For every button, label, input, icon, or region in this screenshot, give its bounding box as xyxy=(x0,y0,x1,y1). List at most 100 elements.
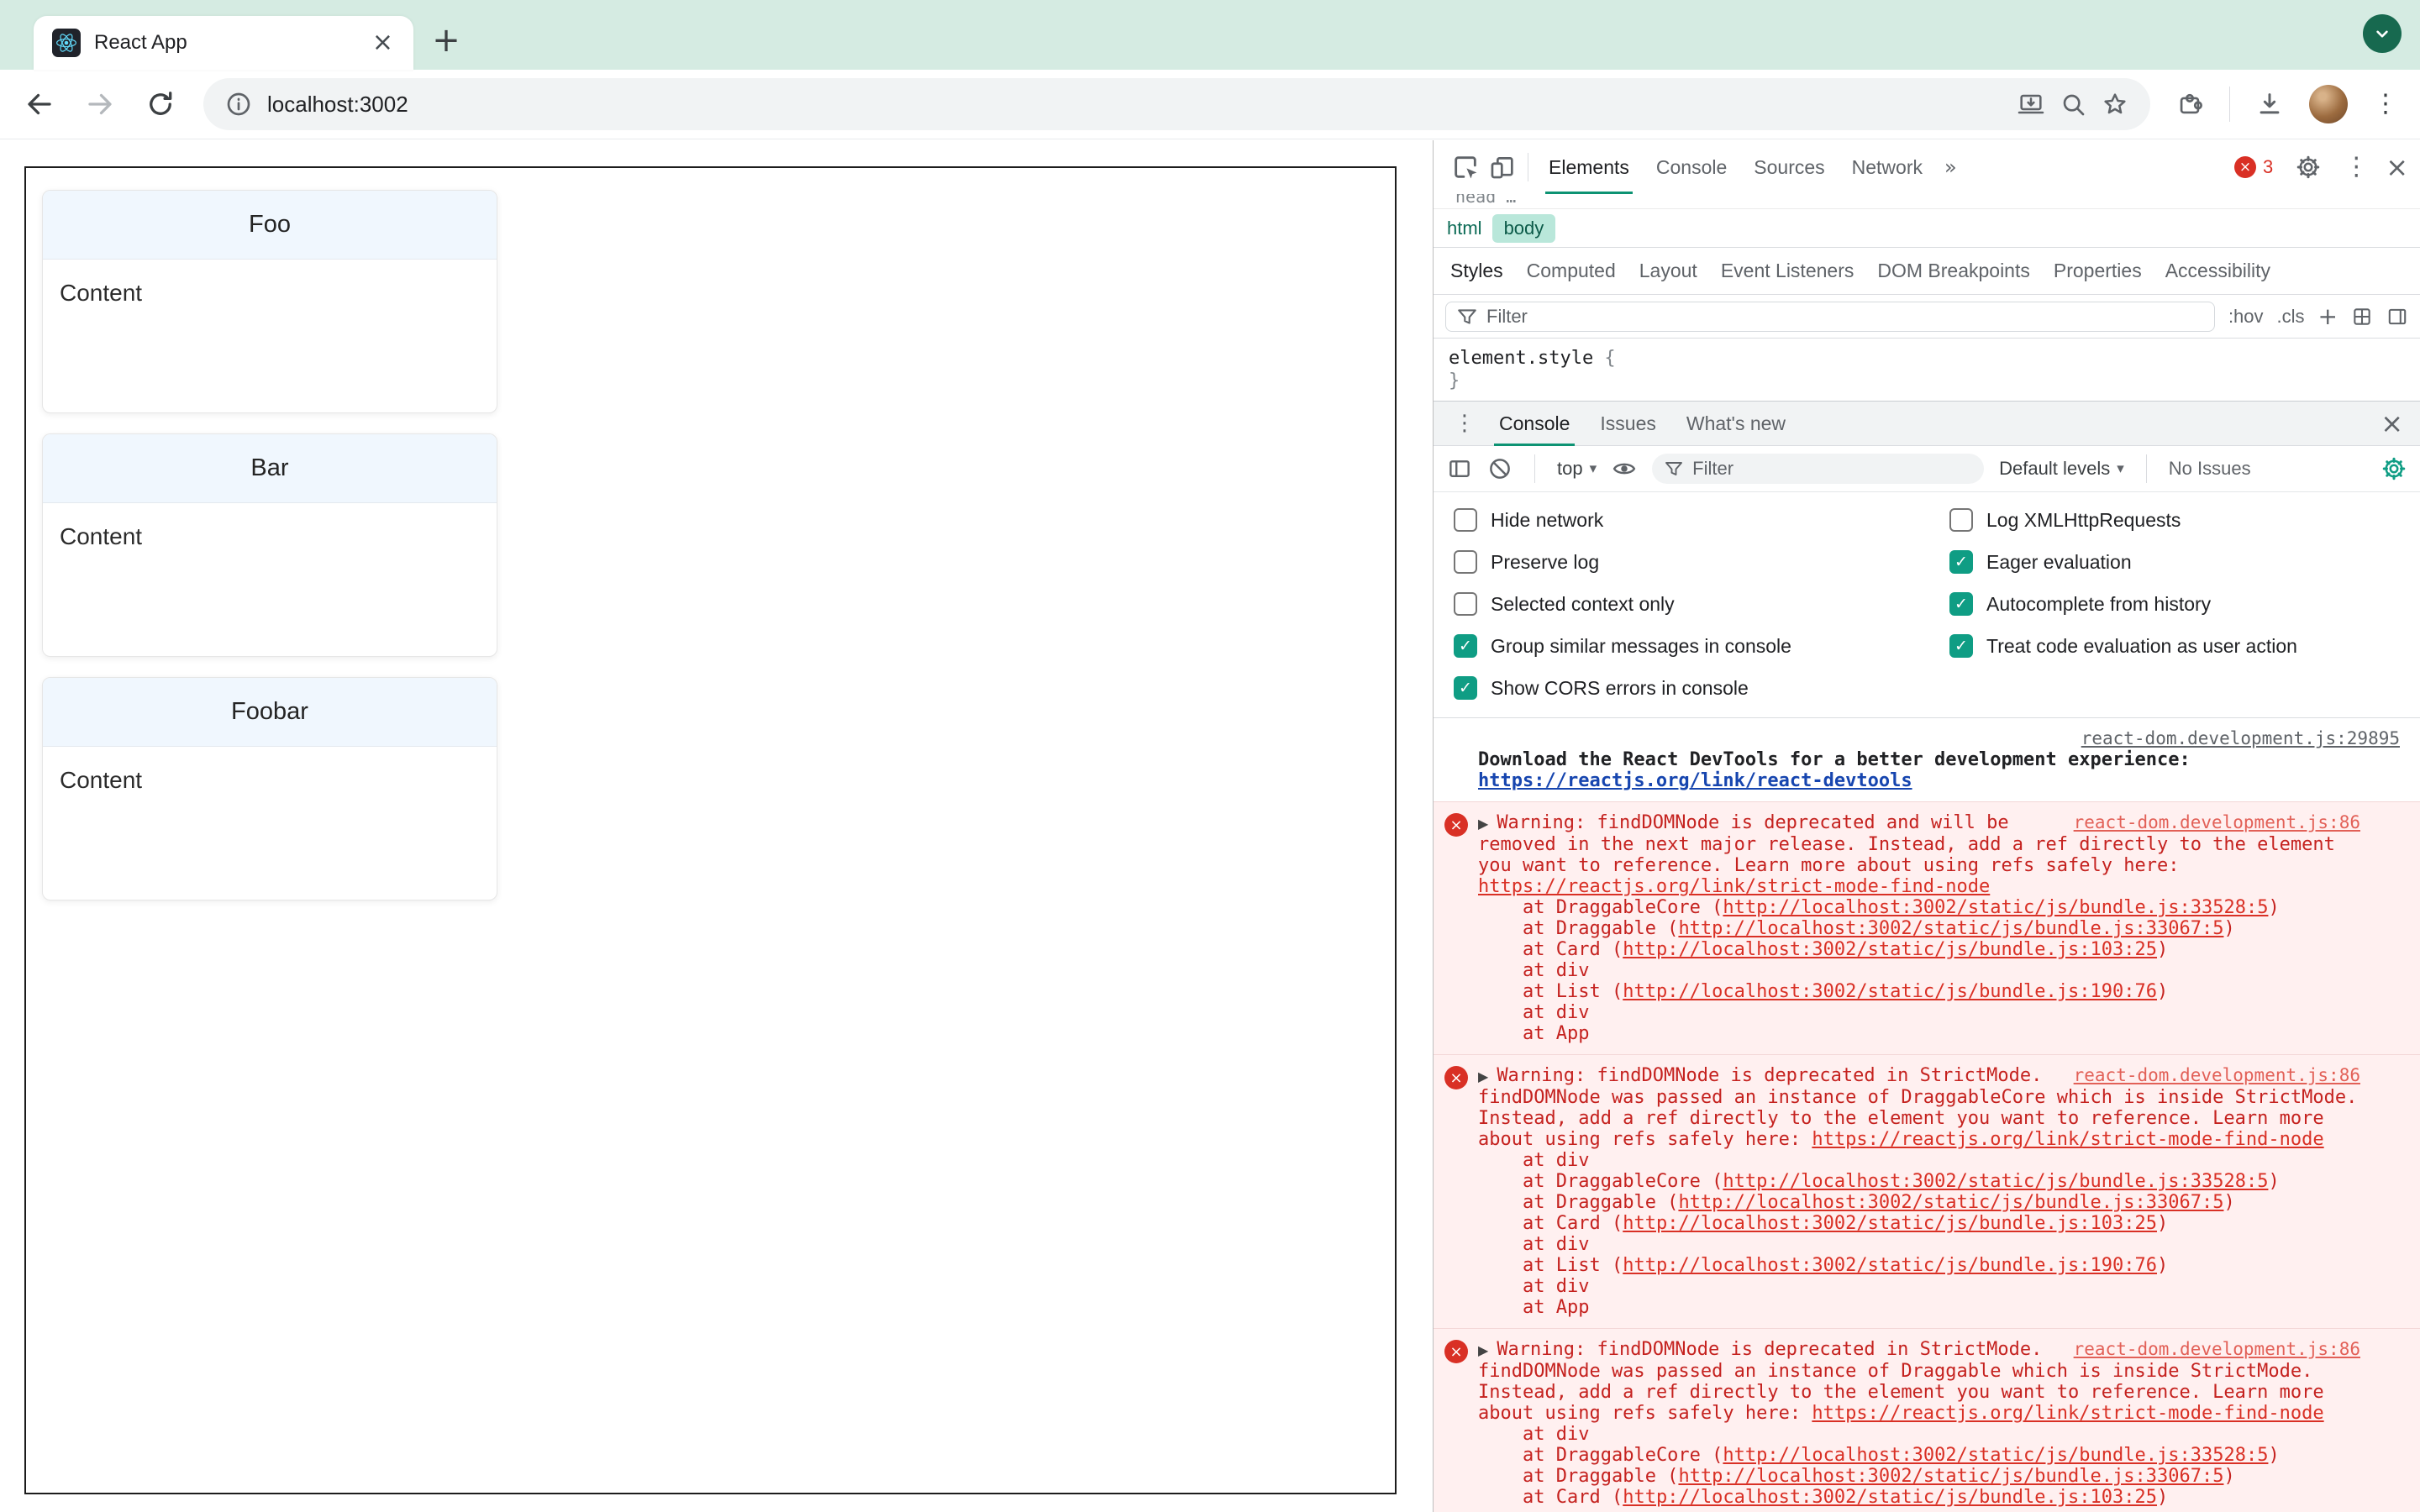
expand-icon[interactable]: ▶ xyxy=(1478,816,1488,832)
setting-autocomplete-history[interactable]: ✓ Autocomplete from history xyxy=(1929,583,2420,625)
setting-log-xmlhttprequests[interactable]: ✓ Log XMLHttpRequests xyxy=(1929,499,2420,541)
forward-button[interactable] xyxy=(82,87,118,122)
checkbox[interactable]: ✓ xyxy=(1949,634,1973,658)
stack-link[interactable]: http://localhost:3002/static/js/bundle.j… xyxy=(1623,1213,2157,1234)
tab-dom-breakpoints[interactable]: DOM Breakpoints xyxy=(1865,260,2042,282)
card-foo[interactable]: Foo Content xyxy=(42,190,497,413)
checkbox[interactable]: ✓ xyxy=(1454,550,1477,574)
tab-accessibility[interactable]: Accessibility xyxy=(2154,260,2282,282)
console-settings-gear-icon[interactable] xyxy=(2381,456,2407,481)
tab-layout[interactable]: Layout xyxy=(1628,260,1709,282)
stack-link[interactable]: http://localhost:3002/static/js/bundle.j… xyxy=(1623,1255,2157,1276)
stack-link[interactable]: http://localhost:3002/static/js/bundle.j… xyxy=(1678,1466,2223,1487)
tab-close-icon[interactable]: × xyxy=(366,29,400,57)
message-link[interactable]: https://reactjs.org/link/strict-mode-fin… xyxy=(1812,1129,2323,1150)
new-tab-button[interactable]: + xyxy=(427,21,466,60)
toggle-class-button[interactable]: .cls xyxy=(2277,306,2305,328)
tab-network[interactable]: Network xyxy=(1839,140,1936,194)
message-link[interactable]: https://reactjs.org/link/strict-mode-fin… xyxy=(1812,1403,2323,1424)
card-title[interactable]: Foo xyxy=(43,191,497,260)
back-button[interactable] xyxy=(22,87,57,122)
toggle-hover-state-button[interactable]: :hov xyxy=(2228,306,2264,328)
setting-eager-evaluation[interactable]: ✓ Eager evaluation xyxy=(1929,541,2420,583)
extensions-icon[interactable] xyxy=(2175,90,2204,118)
setting-preserve-log[interactable]: ✓ Preserve log xyxy=(1434,541,1929,583)
setting-hide-network[interactable]: ✓ Hide network xyxy=(1434,499,1929,541)
message-source-link[interactable]: react-dom.development.js:86 xyxy=(2074,1339,2360,1360)
console-filter-box[interactable] xyxy=(1652,454,1985,484)
stack-link[interactable]: http://localhost:3002/static/js/bundle.j… xyxy=(1723,1445,2268,1466)
devtools-close-icon[interactable]: × xyxy=(2386,154,2408,181)
browser-menu-icon[interactable]: ⋮ xyxy=(2373,92,2398,117)
more-tabs-icon[interactable]: » xyxy=(1936,155,1965,179)
styles-filter-input[interactable] xyxy=(1486,305,2204,328)
expand-icon[interactable]: ▶ xyxy=(1478,1342,1488,1358)
stack-link[interactable]: http://localhost:3002/static/js/bundle.j… xyxy=(1623,981,2157,1002)
card-title[interactable]: Foobar xyxy=(43,678,497,747)
bookmark-star-icon[interactable] xyxy=(2102,91,2128,118)
card-title[interactable]: Bar xyxy=(43,434,497,503)
style-selector[interactable]: element.style xyxy=(1449,348,1593,369)
issues-counter[interactable]: No Issues xyxy=(2169,458,2251,480)
new-style-rule-button[interactable]: + xyxy=(2318,304,2338,328)
stack-link[interactable]: http://localhost:3002/static/js/bundle.j… xyxy=(1623,939,2157,960)
zoom-icon[interactable] xyxy=(2060,91,2086,118)
expand-icon[interactable]: ▶ xyxy=(1478,1068,1488,1084)
tab-elements[interactable]: Elements xyxy=(1535,140,1643,194)
install-icon[interactable] xyxy=(2018,91,2044,118)
log-levels-selector[interactable]: Default levels ▾ xyxy=(1999,458,2124,480)
checkbox[interactable]: ✓ xyxy=(1949,592,1973,616)
checkbox[interactable]: ✓ xyxy=(1949,550,1973,574)
devtools-settings-gear-icon[interactable] xyxy=(2290,149,2327,186)
color-swatch-icon[interactable] xyxy=(2351,306,2373,328)
element-style-block[interactable]: element.style { } xyxy=(1434,339,2420,401)
stack-link[interactable]: http://localhost:3002/static/js/bundle.j… xyxy=(1623,1487,2157,1508)
inspect-element-icon[interactable] xyxy=(1447,149,1484,186)
url-text[interactable]: localhost:3002 xyxy=(267,92,408,118)
drawer-tab-whats-new[interactable]: What's new xyxy=(1671,402,1801,446)
tab-console[interactable]: Console xyxy=(1643,140,1740,194)
console-filter-input[interactable] xyxy=(1692,458,1973,480)
console-sidebar-icon[interactable] xyxy=(1447,456,1472,481)
message-source-link[interactable]: react-dom.development.js:86 xyxy=(2074,1065,2360,1086)
reload-button[interactable] xyxy=(143,87,178,122)
checkbox[interactable]: ✓ xyxy=(1454,676,1477,700)
setting-show-cors-errors[interactable]: ✓ Show CORS errors in console xyxy=(1434,667,1929,709)
stack-link[interactable]: http://localhost:3002/static/js/bundle.j… xyxy=(1723,1171,2268,1192)
eye-watch-icon[interactable] xyxy=(1612,456,1637,481)
setting-selected-context-only[interactable]: ✓ Selected context only xyxy=(1434,583,1929,625)
stack-link[interactable]: http://localhost:3002/static/js/bundle.j… xyxy=(1723,897,2268,918)
setting-group-similar[interactable]: ✓ Group similar messages in console xyxy=(1434,625,1929,667)
clear-console-icon[interactable] xyxy=(1487,456,1512,481)
drawer-menu-icon[interactable]: ⋮ xyxy=(1445,411,1484,436)
tab-event-listeners[interactable]: Event Listeners xyxy=(1709,260,1866,282)
checkbox[interactable]: ✓ xyxy=(1454,592,1477,616)
address-bar[interactable]: localhost:3002 xyxy=(203,78,2150,130)
browser-tab[interactable]: React App × xyxy=(34,16,413,70)
tab-sources[interactable]: Sources xyxy=(1740,140,1838,194)
styles-filter-input-box[interactable] xyxy=(1445,301,2215,332)
stack-link[interactable]: http://localhost:3002/static/js/bundle.j… xyxy=(1678,1192,2223,1213)
message-link[interactable]: https://reactjs.org/link/react-devtools xyxy=(1478,770,1912,791)
devtools-menu-icon[interactable]: ⋮ xyxy=(2344,155,2369,180)
tab-styles[interactable]: Styles xyxy=(1439,260,1515,282)
drawer-close-icon[interactable]: × xyxy=(2375,410,2408,437)
checkbox[interactable]: ✓ xyxy=(1454,634,1477,658)
breadcrumb-body[interactable]: body xyxy=(1491,213,1556,243)
stack-link[interactable]: http://localhost:3002/static/js/bundle.j… xyxy=(1678,918,2223,939)
site-info-icon[interactable] xyxy=(225,91,252,118)
message-source-link[interactable]: react-dom.development.js:29895 xyxy=(2081,728,2400,748)
breadcrumb-html[interactable]: html xyxy=(1447,218,1482,239)
checkbox[interactable]: ✓ xyxy=(1949,508,1973,532)
tab-search-button[interactable] xyxy=(2363,14,2402,53)
card-foobar[interactable]: Foobar Content xyxy=(42,677,497,900)
show-sidebar-icon[interactable] xyxy=(2386,306,2408,328)
context-selector[interactable]: top ▾ xyxy=(1557,458,1597,480)
checkbox[interactable]: ✓ xyxy=(1454,508,1477,532)
tab-properties[interactable]: Properties xyxy=(2042,260,2154,282)
message-source-link[interactable]: react-dom.development.js:86 xyxy=(2074,812,2360,833)
profile-avatar[interactable] xyxy=(2309,85,2348,123)
tab-computed[interactable]: Computed xyxy=(1515,260,1628,282)
drawer-tab-console[interactable]: Console xyxy=(1484,402,1585,446)
drawer-tab-issues[interactable]: Issues xyxy=(1585,402,1670,446)
